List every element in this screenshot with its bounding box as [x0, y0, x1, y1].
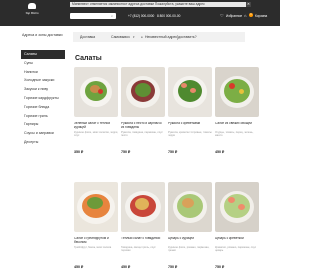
location-pin-icon: ●: [141, 35, 143, 39]
cart-link[interactable]: Корзина: [255, 13, 267, 19]
page-title: Салаты: [75, 55, 102, 62]
product-name[interactable]: Зелёный салат с тёплой курицей: [74, 122, 118, 130]
product-description: Грейпфрут, бекон, микс салата: [74, 246, 112, 249]
product-image[interactable]: [215, 67, 259, 117]
product-image[interactable]: [168, 182, 212, 232]
product-image[interactable]: [121, 182, 165, 232]
product-card[interactable]: Тёплый салат с говядиной Говядина, овощи…: [121, 182, 165, 269]
logo-text: Top Bistro: [25, 11, 39, 15]
logo[interactable]: Top Bistro: [24, 3, 40, 20]
product-name[interactable]: Салат с грейпфрутом и беконом: [74, 237, 118, 245]
category-cold-starters[interactable]: Холодные закуски: [21, 76, 65, 85]
category-soups[interactable]: Супы: [21, 59, 65, 68]
category-drinks[interactable]: Напитки: [21, 68, 65, 77]
phone-number[interactable]: +7 (812) 000-0000: [128, 13, 154, 19]
category-list: Салаты Супы Напитки Холодные закуски Зак…: [21, 50, 65, 147]
product-name[interactable]: Тёплый салат с говядиной: [121, 237, 165, 245]
category-desserts[interactable]: Десерты: [21, 138, 65, 147]
product-name[interactable]: Руккола с креветками: [168, 122, 212, 130]
product-card[interactable]: Цезарь с креветкой Креветки, романо, пар…: [215, 182, 259, 269]
delivery-zones-link[interactable]: Адреса и зоны доставки: [22, 33, 62, 37]
product-price: 350 ₽: [74, 150, 84, 154]
heart-icon[interactable]: ♡: [220, 14, 224, 18]
address-selector[interactable]: Неизвестный адрес доставить?: [145, 35, 197, 39]
tab-delivery[interactable]: Доставка: [80, 35, 95, 39]
product-card[interactable]: Цезарь с курицей Куриное филе, романо, п…: [168, 182, 212, 269]
cart-icon[interactable]: ⌂: [244, 14, 246, 18]
product-image[interactable]: [215, 182, 259, 232]
chef-hat-icon: [28, 3, 36, 9]
product-description: Куриное филе, романо, пармезан, гренки: [168, 246, 210, 252]
product-description: Руккола, креветки тигровые, томаты черри: [168, 131, 212, 137]
product-image[interactable]: [121, 67, 165, 117]
category-hot-appetizers[interactable]: Горячие кардфрукты: [21, 94, 65, 103]
category-sauces[interactable]: Соусы и заправки: [21, 129, 65, 138]
product-price: 450 ₽: [121, 265, 131, 269]
close-icon[interactable]: ✕: [246, 2, 251, 7]
product-card[interactable]: Салат с грейпфрутом и беконом Грейпфрут,…: [74, 182, 118, 269]
site-header: Top Bistro Мининвест отменяется заминист…: [0, 0, 280, 26]
product-price: 750 ₽: [168, 150, 178, 154]
tab-pickup[interactable]: Самовывоз: [111, 35, 130, 39]
product-description: Руккола, говядина, пармезан, соус песто: [121, 131, 163, 137]
product-image[interactable]: [168, 67, 212, 117]
product-description: Куриное филе, микс салатов, черри, соус: [74, 131, 118, 137]
phone-number-2[interactable]: 8 800 000-00-00: [157, 13, 180, 19]
category-hot-dishes[interactable]: Горячие блюда: [21, 103, 65, 112]
product-price: 450 ₽: [215, 150, 225, 154]
product-price: 750 ₽: [121, 150, 131, 154]
product-price: 750 ₽: [215, 265, 225, 269]
product-price: 450 ₽: [74, 265, 84, 269]
favorites-link[interactable]: Избранное: [226, 13, 242, 19]
cart-count-badge: 1: [249, 13, 253, 17]
search-icon[interactable]: ⌕: [109, 14, 115, 18]
product-card[interactable]: Салат из свежих овощей Огурцы, томаты, п…: [215, 67, 259, 154]
category-salads[interactable]: Салаты: [21, 50, 65, 59]
category-grill[interactable]: Горячие гриль: [21, 112, 65, 121]
address-notice: Мининвест отменяется заминистист адреса …: [70, 2, 246, 7]
product-description: Огурцы, томаты, перец, зелень, масло: [215, 131, 254, 137]
category-sides[interactable]: Гарниры: [21, 120, 65, 129]
product-image[interactable]: [74, 67, 118, 117]
category-beer-snacks[interactable]: Закуски к пиву: [21, 85, 65, 94]
product-card[interactable]: Руккола с креветками Руккола, креветки т…: [168, 67, 212, 154]
product-card[interactable]: Руккола с песто и карпаччо из говядины Р…: [121, 67, 165, 154]
product-name[interactable]: Салат из свежих овощей: [215, 122, 259, 130]
product-description: Креветки, романо, пармезан, соус цезарь: [215, 246, 257, 252]
product-name[interactable]: Руккола с песто и карпаччо из говядины: [121, 122, 165, 130]
product-name[interactable]: Цезарь с креветкой: [215, 237, 259, 245]
product-description: Говядина, овощи гриль, соус терияки: [121, 246, 156, 252]
product-image[interactable]: [74, 182, 118, 232]
product-name[interactable]: Цезарь с курицей: [168, 237, 212, 245]
delivery-tabs: Доставка Самовывоз ▾ ● Неизвестный адрес…: [73, 32, 245, 42]
product-price: 750 ₽: [168, 265, 178, 269]
chevron-down-icon[interactable]: ▾: [133, 35, 135, 39]
product-card[interactable]: Зелёный салат с тёплой курицей Куриное ф…: [74, 67, 118, 154]
